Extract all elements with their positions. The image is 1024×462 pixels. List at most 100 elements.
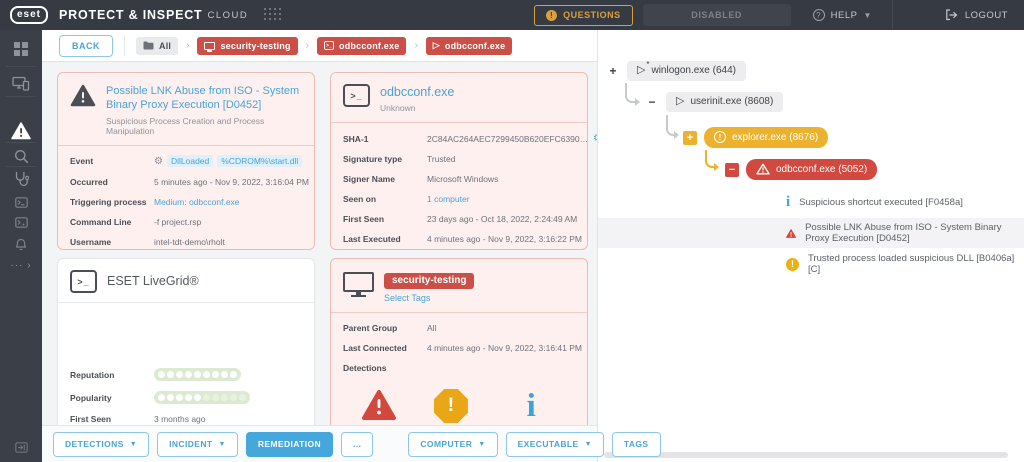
executable-subtitle: Unknown <box>380 103 454 113</box>
computer-dropdown-button[interactable]: COMPUTER ▼ <box>408 432 497 457</box>
sidebar-item-dashboard[interactable] <box>0 36 42 62</box>
detections-label: Detections <box>343 363 427 373</box>
event-text: Possible LNK Abuse from ISO - System Bin… <box>805 222 1024 244</box>
chevron-down-icon: ▼ <box>478 441 485 448</box>
last-executed-label: Last Executed <box>343 234 427 244</box>
livegrid-first-seen-value: 3 months ago <box>154 414 206 424</box>
tree-connector-warning <box>705 150 717 168</box>
more-actions-button[interactable]: ... <box>341 432 373 457</box>
tree-expand-toggle-warning[interactable]: + <box>683 131 697 145</box>
tree-node-userinit: − ▷ userinit.exe (8608) <box>645 92 783 112</box>
executable-dropdown-button[interactable]: EXECUTABLE ▼ <box>506 432 604 457</box>
folder-icon <box>143 41 154 50</box>
event-type-chip[interactable]: DllLoaded <box>167 155 213 167</box>
detections-dropdown-button[interactable]: DETECTIONS ▼ <box>53 432 149 457</box>
back-button[interactable]: BACK <box>59 35 113 57</box>
process-chip-winlogon[interactable]: ▷ winlogon.exe (644) <box>627 61 746 81</box>
sidebar-nav: ··· › <box>0 30 42 462</box>
warning-circle-icon: ! <box>546 10 557 21</box>
product-title-suffix: cloud <box>208 10 249 21</box>
breadcrumb-process-chip[interactable]: ▷ odbcconf.exe <box>426 37 513 55</box>
process-chip-odbcconf[interactable]: odbcconf.exe (5052) <box>746 159 877 180</box>
tree-node-winlogon: + ▷ winlogon.exe (644) <box>606 61 746 81</box>
sidebar-item-more[interactable]: ··· › <box>0 252 42 278</box>
help-menu[interactable]: ? HELP ▼ <box>813 9 872 21</box>
disabled-button[interactable]: DISABLED <box>643 4 791 26</box>
tree-collapse-toggle[interactable]: − <box>645 95 659 109</box>
executable-title-link[interactable]: odbcconf.exe <box>380 84 454 100</box>
breadcrumb-computer-chip[interactable]: security-testing <box>197 37 297 55</box>
breadcrumb-process-label: odbcconf.exe <box>445 41 505 51</box>
tree-node-explorer: + ! explorer.exe (8676) <box>683 127 828 148</box>
threats-counter[interactable]: Threats <box>361 389 397 425</box>
process-chip-explorer[interactable]: ! explorer.exe (8676) <box>704 127 828 148</box>
questions-button[interactable]: ! QUESTIONS <box>534 5 633 26</box>
computers-icon <box>12 76 30 91</box>
remediation-button[interactable]: REMEDIATION <box>246 432 333 457</box>
sidebar-item-detections[interactable] <box>0 118 42 144</box>
sidebar-item-computers[interactable] <box>0 70 42 96</box>
threat-triangle-icon <box>756 163 770 175</box>
apps-grid-icon[interactable] <box>264 8 284 23</box>
stethoscope-icon <box>14 171 29 187</box>
incident-dropdown-button[interactable]: INCIDENT ▼ <box>157 432 238 457</box>
process-label: winlogon.exe (644) <box>651 65 736 76</box>
executable-button-label: EXECUTABLE <box>518 439 579 449</box>
sha1-label: SHA-1 <box>343 134 427 144</box>
signer-name-value: Microsoft Windows <box>427 174 498 184</box>
process-chip-userinit[interactable]: ▷ userinit.exe (8608) <box>666 92 783 112</box>
reputation-bar <box>154 368 241 381</box>
computer-name-chip[interactable]: security-testing <box>384 273 474 289</box>
event-row-warning[interactable]: ! Trusted process loaded suspicious DLL … <box>598 249 1024 279</box>
chevron-right-icon: › <box>306 40 309 51</box>
action-bar: DETECTIONS ▼ INCIDENT ▼ REMEDIATION ... … <box>42 425 597 462</box>
last-executed-value: 4 minutes ago - Nov 9, 2022, 3:16:22 PM <box>427 234 582 244</box>
seen-on-link[interactable]: 1 computer <box>427 194 470 204</box>
livegrid-card: >_ ESET LiveGrid® Reputation Popularity … <box>57 258 315 425</box>
parent-group-value: All <box>427 323 436 333</box>
terminal-icon: >_ <box>324 41 334 50</box>
tree-expand-toggle[interactable]: + <box>606 64 620 78</box>
last-connected-label: Last Connected <box>343 343 427 353</box>
tree-collapse-toggle-threat[interactable]: − <box>725 163 739 177</box>
breadcrumb-executable-chip[interactable]: >_ odbcconf.exe <box>317 37 406 55</box>
executables-terminal-icon <box>15 197 28 208</box>
event-target-chip[interactable]: %CDROM%\start.dll <box>217 155 302 167</box>
dll-event-icon: ⚙ <box>154 156 163 167</box>
detection-card: Possible LNK Abuse from ISO - System Bin… <box>57 72 315 250</box>
product-title: PROTECT & INSPECT <box>59 8 202 22</box>
logout-button[interactable]: LOGOUT <box>945 9 1008 21</box>
process-label: odbcconf.exe (5052) <box>776 164 867 175</box>
breadcrumb-group-label: All <box>159 41 171 51</box>
event-text: Suspicious shortcut executed [F0458a] <box>799 197 963 208</box>
topbar-divider <box>892 0 893 30</box>
select-tags-link[interactable]: Select Tags <box>384 293 474 303</box>
event-row-info[interactable]: i Suspicious shortcut executed [F0458a] <box>598 187 1024 217</box>
event-row-threat-selected[interactable]: Possible LNK Abuse from ISO - System Bin… <box>598 218 1024 248</box>
livegrid-title: ESET LiveGrid® <box>107 273 199 289</box>
sidebar-expand-button[interactable] <box>0 436 42 458</box>
terminal-icon: >_ <box>343 84 370 107</box>
popularity-bar <box>154 391 250 404</box>
signature-type-value: Trusted <box>427 154 456 164</box>
event-label: Event <box>70 156 154 166</box>
detection-title-link[interactable]: Possible LNK Abuse from ISO - System Bin… <box>106 84 302 113</box>
event-text: Trusted process loaded suspicious DLL [B… <box>808 253 1024 275</box>
executable-card: >_ odbcconf.exe Unknown SHA-1 2C84AC264A… <box>330 72 588 250</box>
detail-panel: Possible LNK Abuse from ISO - System Bin… <box>42 62 597 425</box>
occurred-value: 5 minutes ago - Nov 9, 2022, 3:16:04 PM <box>154 177 309 187</box>
informational-counter[interactable]: i Informational <box>505 389 557 425</box>
warnings-counter[interactable]: ! Warnings <box>432 389 470 425</box>
tags-button[interactable]: TAGS <box>612 432 661 457</box>
reputation-label: Reputation <box>70 370 154 380</box>
triggering-process-link[interactable]: Medium: odbcconf.exe <box>154 197 240 207</box>
breadcrumb-group-chip[interactable]: All <box>136 37 178 55</box>
warning-circle-icon: ! <box>714 131 726 143</box>
username-label: Username <box>70 237 154 247</box>
signature-type-label: Signature type <box>343 154 427 164</box>
parent-group-label: Parent Group <box>343 323 427 333</box>
play-icon: ▷ <box>433 41 440 50</box>
horizontal-scrollbar[interactable] <box>604 452 1008 458</box>
logout-icon <box>945 9 958 21</box>
info-icon: i <box>786 195 790 210</box>
